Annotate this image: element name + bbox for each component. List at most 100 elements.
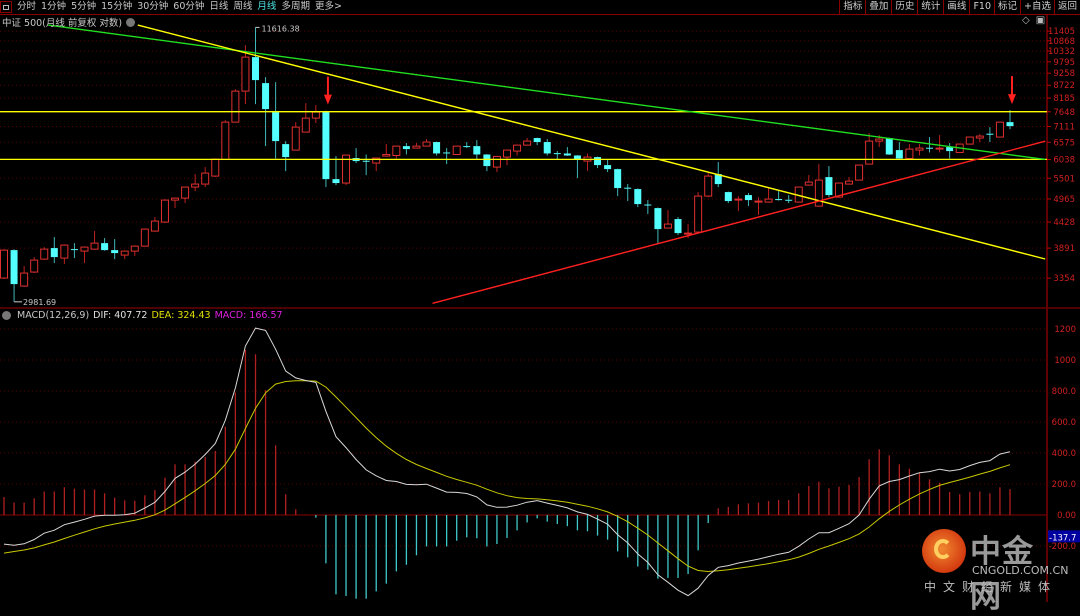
candle-body-up <box>221 121 230 160</box>
period-tab-5[interactable]: 60分钟 <box>173 0 204 14</box>
candle <box>553 151 561 160</box>
candle-body-down <box>543 142 551 154</box>
price-tick-label: 8722 <box>1053 81 1075 91</box>
period-tab-7[interactable]: 周线 <box>233 0 252 14</box>
candle <box>412 143 421 149</box>
toolbar-button-8[interactable]: 返回 <box>1053 0 1080 14</box>
candle <box>663 210 672 229</box>
candle-body-down <box>50 248 58 258</box>
macd-tick-label: 400.0 <box>1052 449 1076 459</box>
candle-body-down <box>463 146 471 148</box>
period-tab-10[interactable]: 更多> <box>315 0 342 14</box>
candle-body-up <box>191 183 200 188</box>
candle <box>111 239 119 260</box>
candle <box>70 243 78 259</box>
candle <box>935 135 944 153</box>
candle <box>60 244 69 265</box>
logo-en: CNGOLD.COM.CN <box>972 564 1069 577</box>
candle <box>20 266 29 287</box>
candle <box>694 192 703 233</box>
macd-axis: 12001000800.0600.0400.0200.00.00-200.0-1… <box>1048 325 1080 552</box>
candle-body-down <box>272 112 280 142</box>
candle-body-up <box>171 197 180 201</box>
toolbar-button-6[interactable]: 标记 <box>994 0 1020 14</box>
period-tab-6[interactable]: 日线 <box>209 0 228 14</box>
macd-panel <box>3 327 1011 599</box>
candle-body-down <box>282 144 290 158</box>
sidebar-toggle-icon[interactable] <box>0 1 12 13</box>
candle <box>101 238 109 251</box>
candle <box>604 159 612 173</box>
macd-settings-icon[interactable] <box>2 311 11 320</box>
candle-body-up <box>60 244 69 259</box>
settings-circle-icon[interactable] <box>126 17 136 27</box>
candle-body-down <box>634 189 642 205</box>
panel-icon[interactable]: ▣ <box>1036 15 1045 26</box>
candle-body-up <box>241 56 250 92</box>
candle <box>282 141 290 172</box>
candle <box>895 142 903 159</box>
candle-body-up <box>160 199 169 223</box>
trendlines[interactable] <box>0 24 1047 305</box>
low-price-label: 2981.69 <box>23 298 56 307</box>
period-tab-9[interactable]: 多周期 <box>281 0 310 14</box>
toolbar-button-3[interactable]: 统计 <box>917 0 943 14</box>
candle <box>704 173 713 198</box>
price-tick-label: 4965 <box>1053 195 1075 205</box>
period-tab-8[interactable]: 月线 <box>257 0 276 14</box>
candle-body-down <box>604 165 612 170</box>
candle <box>181 186 190 204</box>
toolbar-button-7[interactable]: +自选 <box>1020 0 1054 14</box>
diamond-icon[interactable]: ◇ <box>1022 15 1030 26</box>
candle <box>946 143 954 159</box>
candle-body-up <box>422 141 431 147</box>
price-tick-label: 4428 <box>1053 218 1075 228</box>
toolbar-button-0[interactable]: 指标 <box>839 0 865 14</box>
candle-body-up <box>20 272 29 287</box>
candle <box>513 144 522 156</box>
toolbar-button-5[interactable]: F10 <box>969 0 994 14</box>
candle-body-up <box>995 121 1004 138</box>
candle <box>905 144 914 159</box>
red-arrow-down-icon <box>1008 76 1016 105</box>
candle <box>644 200 652 215</box>
period-tab-2[interactable]: 5分钟 <box>71 0 96 14</box>
candle <box>30 257 39 273</box>
candle-body-down <box>332 179 340 184</box>
candle-body-up <box>181 186 190 199</box>
candle-body-up <box>301 117 310 133</box>
price-tick-label: 7111 <box>1053 122 1075 132</box>
candle <box>80 246 89 264</box>
period-tab-4[interactable]: 30分钟 <box>137 0 168 14</box>
candle <box>90 231 99 250</box>
period-tab-0[interactable]: 分时 <box>17 0 36 14</box>
grid-lines <box>0 14 1080 602</box>
period-tab-1[interactable]: 1分钟 <box>41 0 66 14</box>
candle <box>634 188 642 208</box>
high-price-label: 11616.38 <box>262 24 300 33</box>
candle <box>433 141 441 156</box>
candle-body-down <box>553 153 561 155</box>
macd-tick-label: 800.0 <box>1052 387 1076 397</box>
toolbar-button-2[interactable]: 历史 <box>891 0 917 14</box>
candle <box>301 103 310 133</box>
candle-body-up <box>875 138 884 142</box>
candle <box>573 155 581 179</box>
logo-slogan: 中文财经新媒体 <box>924 580 1058 594</box>
toolbar-button-4[interactable]: 画线 <box>943 0 969 14</box>
price-tick-label: 8185 <box>1053 94 1075 104</box>
candle <box>995 121 1004 138</box>
candle <box>492 155 501 173</box>
candle-body-down <box>443 152 451 154</box>
candle <box>503 149 511 166</box>
candle-body-up <box>935 147 944 150</box>
toolbar-button-1[interactable]: 叠加 <box>865 0 891 14</box>
candle-body-down <box>775 199 783 201</box>
period-tab-3[interactable]: 15分钟 <box>101 0 132 14</box>
macd-tick-label: 0.00 <box>1057 511 1076 521</box>
candle-body-down <box>473 146 481 155</box>
candle-body-up <box>0 249 8 279</box>
candle <box>252 27 259 105</box>
candle-body-up <box>211 158 220 177</box>
price-tick-label: 9258 <box>1053 69 1075 79</box>
